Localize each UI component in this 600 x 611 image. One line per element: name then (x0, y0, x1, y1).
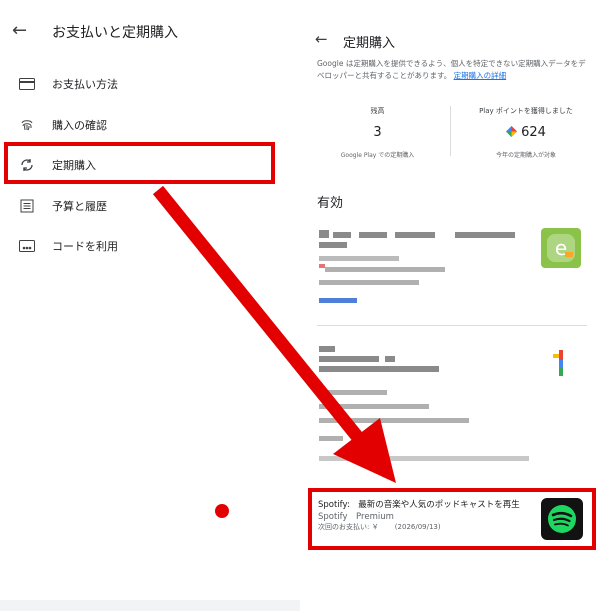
list-divider (317, 325, 587, 326)
redacted-link (319, 298, 357, 303)
redacted-text (327, 390, 387, 395)
arrow-back-icon[interactable]: ← (12, 20, 27, 41)
redacted-text (319, 242, 347, 248)
play-points-icon (506, 126, 518, 137)
menu-item-label: 予算と履歴 (52, 200, 107, 213)
highlight-box-spotify (308, 488, 596, 550)
menu-item-payment-methods[interactable]: お支払い方法 (0, 66, 300, 102)
redacted-text (319, 256, 399, 261)
fingerprint-icon (18, 116, 36, 134)
redacted-text (359, 232, 387, 238)
red-dot-marker (215, 504, 229, 518)
redacted-text (319, 456, 529, 461)
redacted-text (333, 232, 351, 238)
points-stat: Play ポイントを獲得しました 624 今年の定期購入が対象 (457, 106, 595, 159)
menu-item-budget-history[interactable]: 予算と履歴 (0, 188, 300, 224)
balance-sub: Google Play での定期購入 (340, 152, 415, 159)
redacted-text (319, 436, 343, 441)
app-icon-redacted-1: e (541, 228, 581, 268)
redacted-text (319, 346, 335, 352)
redacted-text (455, 232, 515, 238)
menu-item-label: 購入の確認 (52, 119, 107, 132)
points-sub: 今年の定期購入が対象 (495, 152, 556, 159)
balance-stat: 残高 3 Google Play での定期購入 (310, 106, 445, 159)
points-caption: Play ポイントを獲得しました (479, 107, 573, 115)
description-text: Google は定期購入を提供できるよう、個人を特定できない定期購入データをデベ… (317, 59, 586, 80)
points-row: 624 (457, 125, 595, 140)
bottom-bar (0, 600, 300, 611)
redacted-text (319, 356, 379, 362)
balance-caption: 残高 (370, 107, 385, 115)
menu-item-label: お支払い方法 (52, 78, 118, 91)
redacted-text (319, 404, 429, 409)
code-icon (18, 237, 36, 255)
redacted-text (319, 366, 439, 372)
arrow-back-icon[interactable]: ← (315, 30, 328, 48)
redacted-text (395, 232, 435, 238)
page-title: お支払いと定期購入 (52, 25, 178, 41)
google-one-icon (553, 350, 563, 376)
subscriptions-description: Google は定期購入を提供できるよう、個人を特定できない定期購入データをデベ… (317, 58, 587, 82)
balance-value: 3 (373, 125, 382, 140)
subscriptions-title: 定期購入 (343, 36, 396, 51)
list-icon (18, 197, 36, 215)
left-panel: ← お支払いと定期購入 お支払い方法 購入の確認 定期購入 予算と履歴 コードを… (0, 0, 300, 600)
stat-divider (450, 106, 451, 156)
highlight-box-subscriptions (4, 142, 275, 184)
menu-item-purchase-verification[interactable]: 購入の確認 (0, 107, 300, 143)
redacted-text (319, 418, 469, 423)
menu-item-label: コードを利用 (52, 240, 118, 253)
menu-item-redeem-code[interactable]: コードを利用 (0, 228, 300, 264)
subscriptions-details-link[interactable]: 定期購入の詳細 (454, 71, 507, 80)
redacted-text (319, 230, 329, 238)
redacted-text (385, 356, 395, 362)
points-value: 624 (521, 125, 546, 140)
redacted-text (319, 280, 419, 285)
active-section-title: 有効 (317, 196, 344, 211)
redacted-text (325, 267, 445, 272)
credit-card-icon (18, 75, 36, 93)
